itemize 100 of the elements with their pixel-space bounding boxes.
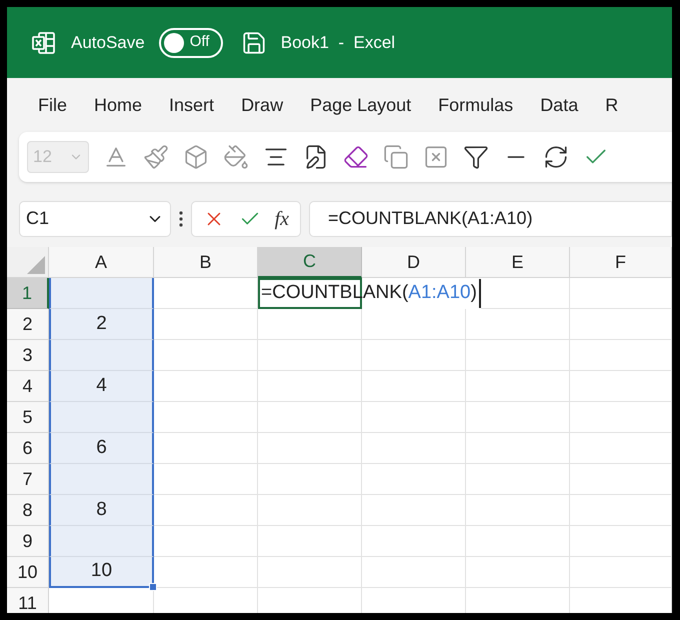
- cell[interactable]: [362, 464, 466, 495]
- column-header[interactable]: C: [258, 247, 362, 278]
- row-header[interactable]: 6: [7, 433, 49, 464]
- cell[interactable]: [466, 402, 570, 433]
- cell[interactable]: [258, 309, 362, 340]
- menu-tab[interactable]: Formulas: [431, 92, 520, 118]
- selected-cell[interactable]: 4: [49, 371, 154, 402]
- more-options-icon[interactable]: [179, 210, 183, 228]
- column-header[interactable]: D: [362, 247, 466, 278]
- cell[interactable]: [466, 526, 570, 557]
- cell[interactable]: [154, 526, 258, 557]
- insert-function-icon[interactable]: fx: [274, 204, 290, 234]
- selected-cell[interactable]: [49, 340, 154, 371]
- row-header[interactable]: 7: [7, 464, 49, 495]
- column-header[interactable]: B: [154, 247, 258, 278]
- window-title: Book1 - Excel: [280, 32, 396, 54]
- cell[interactable]: [362, 309, 466, 340]
- cell[interactable]: [570, 433, 672, 464]
- autosave-label: AutoSave: [71, 32, 145, 54]
- cell[interactable]: [362, 340, 466, 371]
- cell[interactable]: [570, 340, 672, 371]
- cell[interactable]: [258, 526, 362, 557]
- cell-value: 8: [96, 498, 107, 522]
- column-header[interactable]: A: [49, 247, 154, 278]
- cell[interactable]: [154, 278, 258, 309]
- cell[interactable]: [154, 433, 258, 464]
- cell[interactable]: [570, 402, 672, 433]
- cell[interactable]: [466, 371, 570, 402]
- cell[interactable]: [258, 464, 362, 495]
- menu-tab[interactable]: Draw: [234, 92, 290, 118]
- cell[interactable]: [154, 495, 258, 526]
- row-header[interactable]: 2: [7, 309, 49, 340]
- menu-tab[interactable]: File: [31, 92, 74, 118]
- cell[interactable]: [570, 557, 672, 588]
- cell[interactable]: [466, 464, 570, 495]
- cell[interactable]: [570, 526, 672, 557]
- cell[interactable]: [570, 464, 672, 495]
- cell[interactable]: [466, 495, 570, 526]
- selected-cell[interactable]: [49, 526, 154, 557]
- menu-tab[interactable]: R: [598, 92, 626, 118]
- cell[interactable]: [154, 340, 258, 371]
- refresh-icon[interactable]: [543, 144, 569, 170]
- cell[interactable]: [466, 340, 570, 371]
- cell[interactable]: [258, 371, 362, 402]
- cell[interactable]: [362, 371, 466, 402]
- selected-cell[interactable]: [49, 278, 154, 309]
- cell[interactable]: [570, 371, 672, 402]
- cell-value: 10: [90, 559, 112, 584]
- row-header[interactable]: 8: [7, 495, 49, 526]
- cell[interactable]: [466, 309, 570, 340]
- row-header[interactable]: 3: [7, 340, 49, 371]
- menu-tab[interactable]: Home: [87, 92, 150, 118]
- cell[interactable]: [154, 557, 258, 588]
- selected-cell[interactable]: 10: [49, 557, 154, 588]
- cell[interactable]: [362, 526, 466, 557]
- cell[interactable]: [154, 402, 258, 433]
- menu-tab[interactable]: Page Layout: [303, 92, 418, 118]
- cell[interactable]: [258, 495, 362, 526]
- cell[interactable]: [466, 557, 570, 588]
- cell[interactable]: [362, 495, 466, 526]
- menu-tab[interactable]: Insert: [162, 92, 222, 118]
- formula-field[interactable]: =COUNTBLANK(A1:A10): [309, 200, 672, 236]
- column-header[interactable]: F: [570, 247, 672, 278]
- cell-value: 6: [96, 436, 107, 460]
- eraser-icon[interactable]: [343, 144, 369, 170]
- save-icon[interactable]: [240, 30, 267, 56]
- selected-cell[interactable]: 2: [49, 309, 154, 340]
- cell[interactable]: [570, 495, 672, 526]
- cell-value: 2: [96, 312, 107, 336]
- fill-handle[interactable]: [149, 583, 157, 591]
- cell[interactable]: [154, 464, 258, 495]
- cell[interactable]: [154, 371, 258, 402]
- cell[interactable]: [570, 309, 672, 340]
- cell[interactable]: [362, 402, 466, 433]
- cell[interactable]: [362, 557, 466, 588]
- row-header[interactable]: 4: [7, 371, 49, 402]
- cell[interactable]: [258, 402, 362, 433]
- row-header[interactable]: 5: [7, 402, 49, 433]
- corner-triangle-icon[interactable]: [27, 256, 45, 274]
- cell[interactable]: [258, 557, 362, 588]
- row-header[interactable]: 10: [7, 557, 49, 588]
- cell[interactable]: [258, 433, 362, 464]
- row-header[interactable]: 1: [7, 278, 49, 309]
- autosave-toggle[interactable]: Off: [158, 28, 223, 58]
- name-box[interactable]: C1: [19, 200, 171, 236]
- selected-cell[interactable]: 8: [49, 495, 154, 526]
- select-all-corner[interactable]: [7, 247, 49, 278]
- cell[interactable]: [466, 433, 570, 464]
- row-header[interactable]: 9: [7, 526, 49, 557]
- column-header[interactable]: E: [466, 247, 570, 278]
- selected-cell[interactable]: [49, 402, 154, 433]
- cell[interactable]: [154, 309, 258, 340]
- selected-cell[interactable]: 6: [49, 433, 154, 464]
- cell[interactable]: [362, 433, 466, 464]
- row-header[interactable]: 11: [7, 588, 49, 613]
- cell[interactable]: [258, 340, 362, 371]
- menu-tab[interactable]: Data: [533, 92, 586, 118]
- selected-cell[interactable]: [49, 464, 154, 495]
- cell-value: 4: [96, 374, 107, 398]
- filter-icon[interactable]: [463, 144, 489, 170]
